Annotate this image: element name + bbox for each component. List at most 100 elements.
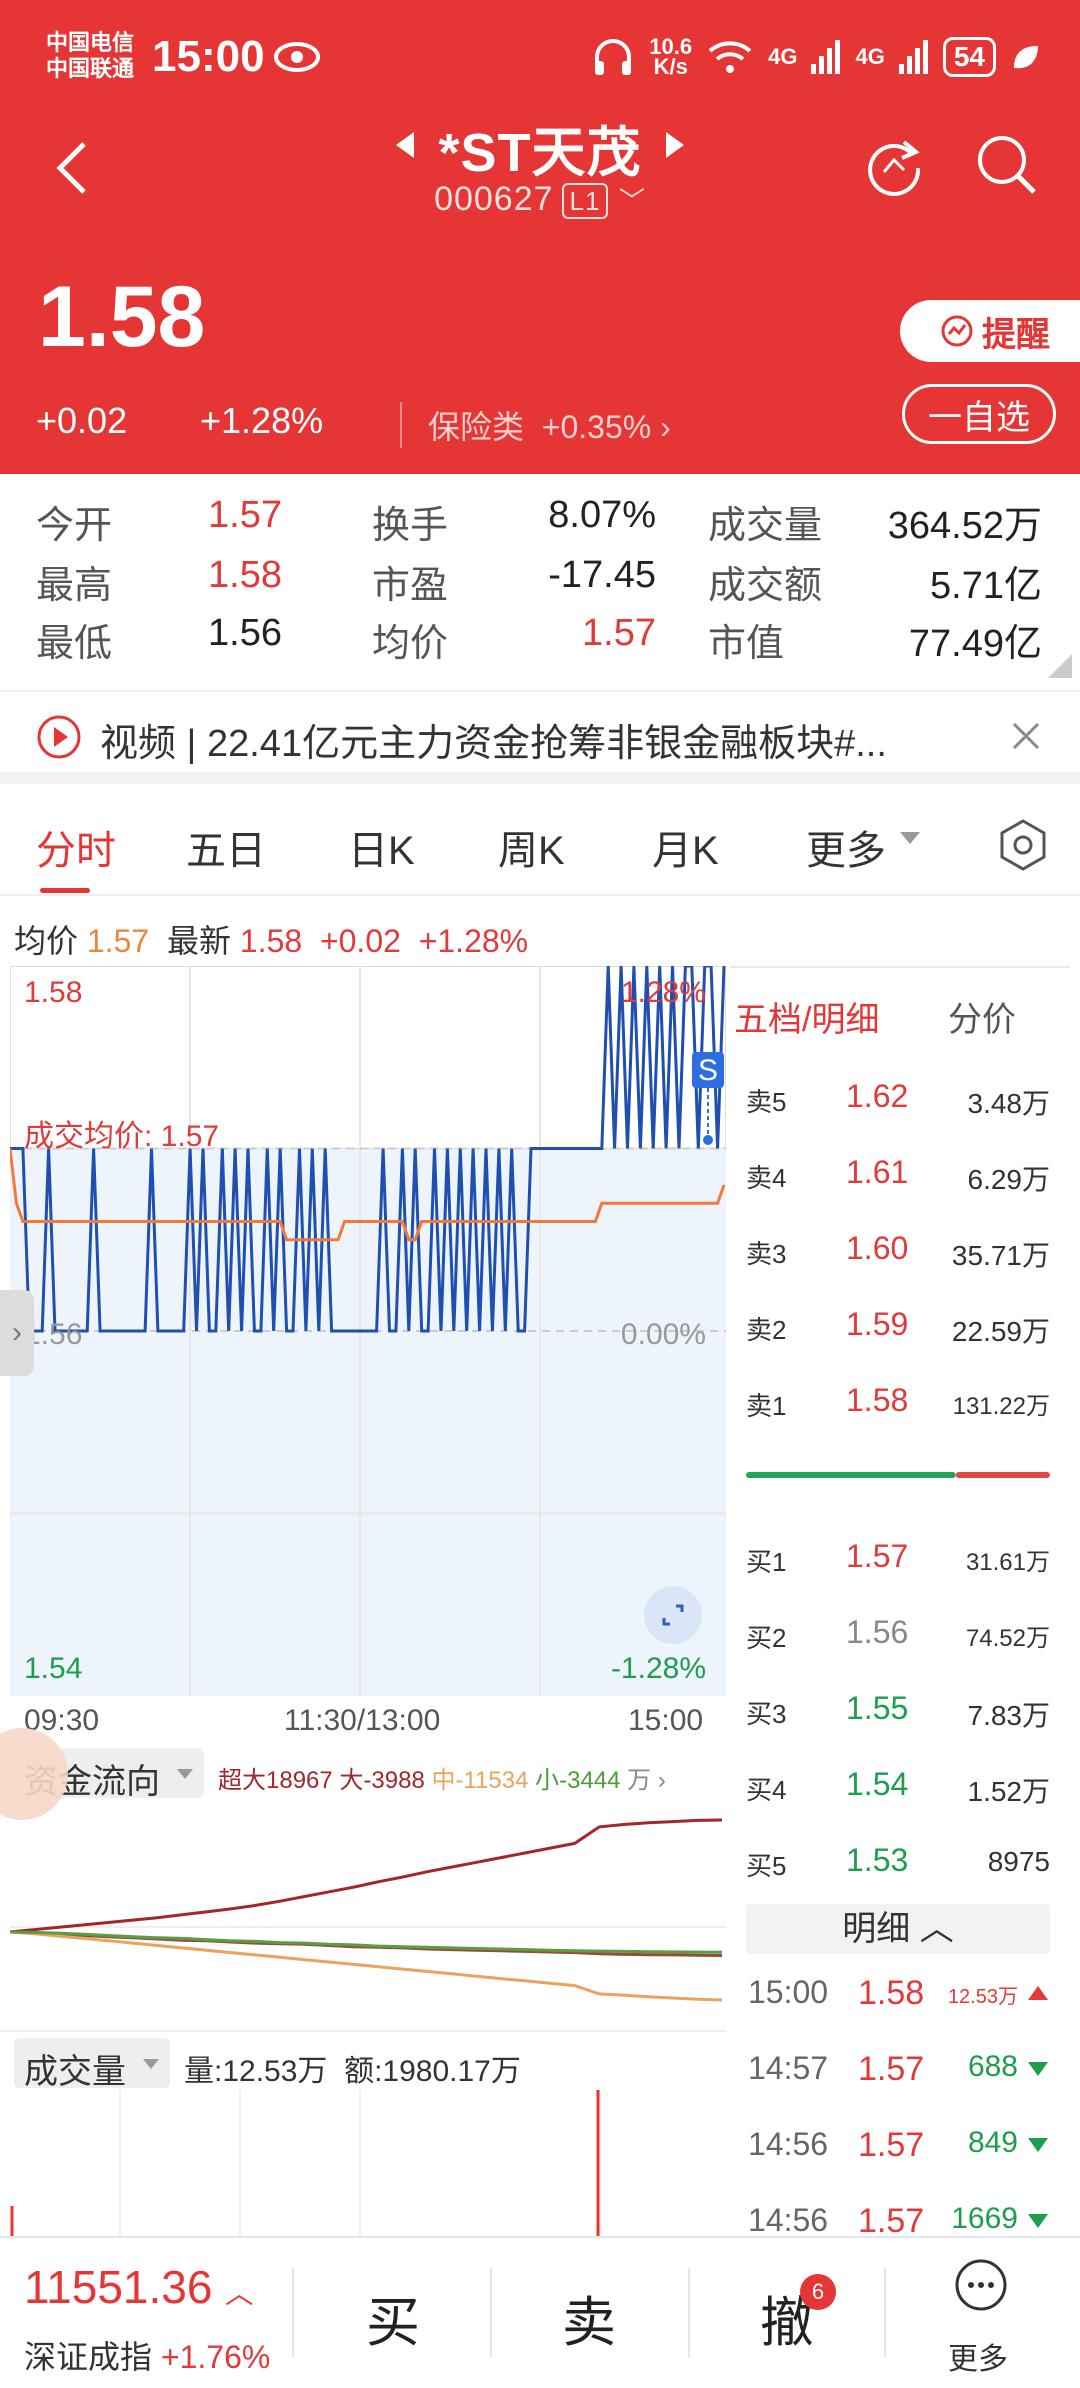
- fullscreen-button[interactable]: [644, 1586, 702, 1644]
- signal-icon: [811, 40, 841, 74]
- refresh-icon[interactable]: [862, 132, 926, 196]
- tab-item[interactable]: 日K: [348, 818, 415, 876]
- fund-flow-legend: 超大18967 大-3988 中-11534 小-3444 万 ›: [218, 1760, 666, 1795]
- bid-price: 1.55: [846, 1690, 909, 1726]
- x-axis-label: 15:00: [628, 1704, 704, 1737]
- news-banner[interactable]: 视频 | 22.41亿元主力资金抢筹非银金融板块#...: [0, 690, 1080, 784]
- detail-price: 1.57: [858, 2126, 925, 2164]
- settings-hexagon-icon[interactable]: [998, 818, 1048, 872]
- headphone-icon: [595, 39, 632, 75]
- volume-amount: 额:1980.17万: [344, 2055, 521, 2088]
- stat-label: 最高: [36, 565, 113, 607]
- detail-time: 15:00: [748, 1974, 829, 2010]
- chart-legend: 均价 1.57 最新 1.58 +0.02 +1.28%: [14, 916, 528, 962]
- ask-price: 1.62: [846, 1078, 909, 1114]
- chevron-right-icon[interactable]: ›: [658, 1767, 666, 1794]
- fund-flow-chart: [10, 1818, 726, 2002]
- price-distribution-tab[interactable]: 分价: [948, 992, 1016, 1041]
- ask-volume: 35.71万: [951, 1240, 1050, 1271]
- more-dots-icon[interactable]: [954, 2258, 1008, 2312]
- detail-volume: 849: [967, 2126, 1018, 2159]
- stat-label: 均价: [372, 623, 449, 665]
- y-label-mid-pct: 0.00%: [621, 1318, 706, 1351]
- index-line: 深证成指 +1.76%: [24, 2332, 270, 2378]
- bid-price: 1.54: [846, 1766, 909, 1802]
- tab-item[interactable]: 分时: [36, 818, 116, 876]
- stat-value: 1.58: [208, 554, 282, 596]
- flow-big: 大-3988: [339, 1767, 425, 1794]
- ask-label: 卖3: [746, 1239, 787, 1269]
- tab-underline: [40, 888, 90, 893]
- ask-price: 1.61: [846, 1154, 909, 1190]
- ask-label: 卖5: [746, 1087, 787, 1117]
- sell-button[interactable]: 卖: [562, 2278, 616, 2357]
- corner-triangle-icon: [1048, 654, 1072, 678]
- watchlist-button[interactable]: 一自选: [902, 384, 1056, 444]
- ask-label: 卖1: [746, 1391, 787, 1421]
- orderbook-tab[interactable]: 五档/明细: [734, 992, 879, 1041]
- sector-pct: +0.35%: [541, 409, 652, 445]
- bid-price: 1.53: [846, 1842, 909, 1878]
- divider: [884, 2268, 886, 2358]
- buy-ratio-fill: [746, 1472, 956, 1478]
- y-label-top-pct: 1.28%: [621, 976, 706, 1009]
- ask-volume: 6.29万: [967, 1164, 1051, 1195]
- detail-toggle[interactable]: 明细 ︿: [746, 1904, 1050, 1954]
- index-value[interactable]: 11551.36 ︿: [24, 2260, 253, 2314]
- tab-item[interactable]: 月K: [652, 818, 719, 876]
- buy-button[interactable]: 买: [366, 2278, 420, 2357]
- ask-price: 1.60: [846, 1230, 909, 1266]
- tab-item[interactable]: 五日: [186, 818, 266, 876]
- stat-label: 市盈: [372, 565, 449, 607]
- detail-price: 1.58: [858, 1974, 925, 2012]
- sector-link[interactable]: 保险类 +0.35% ›: [400, 402, 671, 448]
- bid-volume: 8975: [987, 1846, 1050, 1877]
- news-text: 视频 | 22.41亿元主力资金抢筹非银金融板块#...: [100, 723, 887, 765]
- tab-item[interactable]: 更多: [806, 818, 886, 876]
- stat-label: 成交量: [708, 505, 823, 547]
- triangle-down-icon: [1028, 2214, 1048, 2228]
- expand-side-handle[interactable]: ›: [0, 1290, 34, 1376]
- level-badge: L1: [561, 183, 609, 220]
- volume-qty: 量:12.53万: [184, 2055, 328, 2088]
- bid-volume: 7.83万: [967, 1700, 1051, 1731]
- volume-info: 量:12.53万 额:1980.17万: [184, 2046, 521, 2090]
- caret-down-icon: [177, 1769, 193, 1779]
- tab-item[interactable]: 周K: [498, 818, 565, 876]
- divider: [490, 2268, 492, 2358]
- cancel-count-badge: 6: [800, 2274, 836, 2310]
- search-icon[interactable]: [974, 132, 1038, 196]
- y-label-top: 1.58: [24, 976, 82, 1009]
- stat-value: 1.57: [582, 612, 656, 654]
- stat-label: 换手: [372, 505, 449, 547]
- bottom-toolbar: 11551.36 ︿ 深证成指 +1.76% 买 卖 撤 6 更多: [0, 2236, 1080, 2388]
- remind-button[interactable]: 提醒: [900, 300, 1080, 362]
- index-name: 深证成指: [24, 2339, 153, 2375]
- bid-volume: 74.52万: [965, 1625, 1050, 1652]
- y-label-bottom-pct: -1.28%: [611, 1652, 706, 1685]
- intraday-chart[interactable]: 1.58 1.28%成交均价: 1.571.56 0.00%1.54 -1.28%S: [10, 966, 726, 1696]
- stat-value: 1.56: [208, 612, 282, 654]
- detail-volume: 12.53万: [947, 1986, 1018, 2008]
- close-icon[interactable]: [1008, 718, 1044, 754]
- eye-icon: [274, 42, 320, 72]
- flow-small: 小-3444: [535, 1767, 621, 1794]
- wifi-icon: [708, 41, 752, 73]
- bid-volume: 1.52万: [967, 1776, 1051, 1807]
- bid-price: 1.57: [846, 1538, 909, 1574]
- bid-label: 买2: [746, 1623, 787, 1653]
- index-pct: +1.76%: [160, 2339, 271, 2375]
- ask-price: 1.59: [846, 1306, 909, 1342]
- flow-mid: 中-11534: [431, 1767, 529, 1794]
- speed-unit: K/s: [653, 54, 688, 79]
- network-type-2: 4G: [855, 44, 885, 69]
- bid-label: 买1: [746, 1547, 787, 1577]
- stat-value: 1.57: [208, 494, 282, 536]
- ask-price: 1.58: [846, 1382, 909, 1418]
- sell-ratio-fill: [955, 1472, 1050, 1478]
- bid-label: 买5: [746, 1851, 787, 1881]
- more-button[interactable]: 更多: [948, 2334, 1008, 2378]
- chevron-down-icon: ﹀: [618, 186, 646, 216]
- bid-label: 买3: [746, 1699, 787, 1729]
- bid-label: 买4: [746, 1775, 787, 1805]
